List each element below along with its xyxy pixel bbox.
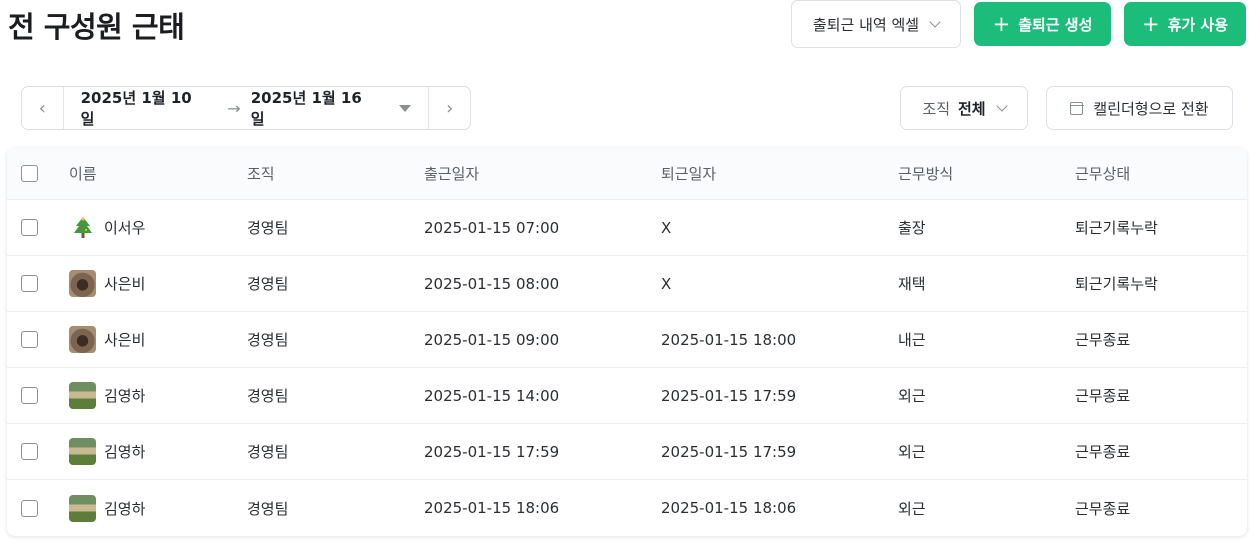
- select-all-checkbox[interactable]: [21, 165, 38, 182]
- plus-icon: +: [992, 11, 1011, 36]
- clock-out-cell: 2025-01-15 17:59: [661, 442, 797, 461]
- employee-name: 김영하: [104, 499, 146, 518]
- employee-name: 김영하: [104, 443, 146, 461]
- clock-in-cell: 2025-01-15 14:00: [424, 386, 560, 405]
- header-status[interactable]: 근무상태: [1075, 148, 1130, 199]
- org-filter-label: 조직: [922, 99, 950, 118]
- calendar-view-label: 캘린더형으로 전환: [1093, 99, 1209, 118]
- table-row[interactable]: 김영하 경영팀 2025-01-15 18:06 2025-01-15 18:0…: [7, 480, 1247, 536]
- clock-in-cell: 2025-01-15 08:00: [424, 274, 560, 293]
- clock-out-cell: X: [661, 218, 672, 237]
- work-type-cell: 외근: [898, 443, 926, 461]
- employee-name: 사은비: [104, 275, 146, 293]
- chevron-right-icon: ›: [446, 97, 454, 119]
- table-row[interactable]: 김영하 경영팀 2025-01-15 17:59 2025-01-15 17:5…: [7, 424, 1247, 480]
- org-cell: 경영팀: [247, 275, 289, 293]
- header-org[interactable]: 조직: [247, 148, 275, 199]
- export-excel-button[interactable]: 출퇴근 내역 엑셀: [791, 0, 961, 48]
- create-attendance-button[interactable]: + 출퇴근 생성: [974, 2, 1111, 46]
- avatar: [69, 214, 96, 241]
- org-filter-value: 전체: [958, 99, 986, 118]
- work-type-cell: 외근: [898, 387, 926, 405]
- clock-in-cell: 2025-01-15 18:06: [424, 499, 560, 517]
- date-start[interactable]: 2025년 1월 10일: [81, 87, 202, 129]
- work-type-cell: 외근: [898, 499, 926, 518]
- status-cell: 퇴근기록누락: [1075, 275, 1158, 293]
- status-cell: 퇴근기록누락: [1075, 219, 1158, 237]
- export-excel-label: 출퇴근 내역 엑셀: [812, 15, 920, 34]
- org-cell: 경영팀: [247, 443, 289, 461]
- header-name[interactable]: 이름: [69, 148, 97, 199]
- row-checkbox[interactable]: [21, 219, 38, 236]
- clock-in-cell: 2025-01-15 09:00: [424, 330, 560, 349]
- row-checkbox[interactable]: [21, 443, 38, 460]
- table-row[interactable]: 사은비 경영팀 2025-01-15 08:00 X 재택 퇴근기록누락: [7, 256, 1247, 312]
- org-filter-dropdown[interactable]: 조직 전체: [900, 86, 1028, 130]
- arrow-right-icon: →: [227, 98, 241, 118]
- org-cell: 경영팀: [247, 219, 289, 237]
- avatar: [69, 382, 96, 409]
- clock-out-cell: X: [661, 274, 672, 293]
- header-work-type[interactable]: 근무방식: [898, 148, 953, 199]
- table-row[interactable]: 김영하 경영팀 2025-01-15 14:00 2025-01-15 17:5…: [7, 368, 1247, 424]
- avatar: [69, 438, 96, 465]
- table-row[interactable]: 사은비 경영팀 2025-01-15 09:00 2025-01-15 18:0…: [7, 312, 1247, 368]
- calendar-view-button[interactable]: 캘린더형으로 전환: [1046, 86, 1233, 130]
- employee-name: 이서우: [104, 219, 146, 237]
- prev-period-button[interactable]: ‹: [22, 87, 64, 129]
- use-leave-label: 휴가 사용: [1167, 15, 1229, 34]
- next-period-button[interactable]: ›: [428, 87, 470, 129]
- header-clock-in[interactable]: 출근일자: [424, 148, 479, 199]
- chevron-down-icon: [995, 99, 1008, 112]
- header-clock-out[interactable]: 퇴근일자: [661, 148, 716, 199]
- row-checkbox[interactable]: [21, 275, 38, 292]
- attendance-table: 이름 조직 출근일자 퇴근일자 근무방식 근무상태 이서우 경영팀 2025-0…: [7, 148, 1247, 536]
- avatar: [69, 270, 96, 297]
- avatar: [69, 326, 96, 353]
- status-cell: 근무종료: [1075, 331, 1131, 349]
- clock-out-cell: 2025-01-15 18:00: [661, 330, 797, 349]
- work-type-cell: 출장: [898, 219, 926, 237]
- table-header-row: 이름 조직 출근일자 퇴근일자 근무방식 근무상태: [7, 148, 1247, 200]
- date-end[interactable]: 2025년 1월 16일: [251, 87, 372, 129]
- row-checkbox[interactable]: [21, 331, 38, 348]
- org-cell: 경영팀: [247, 387, 289, 405]
- clock-in-cell: 2025-01-15 17:59: [424, 442, 560, 461]
- chevron-left-icon: ‹: [38, 97, 46, 119]
- page-title: 전 구성원 근태: [8, 10, 185, 44]
- use-leave-button[interactable]: + 휴가 사용: [1124, 2, 1246, 46]
- status-cell: 근무종료: [1075, 387, 1131, 405]
- row-checkbox[interactable]: [21, 499, 38, 517]
- create-attendance-label: 출퇴근 생성: [1018, 15, 1093, 34]
- caret-down-icon[interactable]: [399, 104, 412, 112]
- employee-name: 사은비: [104, 331, 146, 349]
- status-cell: 근무종료: [1075, 499, 1131, 518]
- clock-in-cell: 2025-01-15 07:00: [424, 218, 560, 237]
- org-cell: 경영팀: [247, 499, 289, 518]
- row-checkbox[interactable]: [21, 387, 38, 404]
- calendar-icon: [1069, 101, 1084, 115]
- chevron-down-icon: [929, 15, 941, 28]
- work-type-cell: 내근: [898, 331, 926, 349]
- avatar: [69, 494, 96, 522]
- org-cell: 경영팀: [247, 331, 289, 349]
- clock-out-cell: 2025-01-15 17:59: [661, 386, 797, 405]
- clock-out-cell: 2025-01-15 18:06: [661, 499, 797, 517]
- status-cell: 근무종료: [1075, 443, 1131, 461]
- table-row[interactable]: 이서우 경영팀 2025-01-15 07:00 X 출장 퇴근기록누락: [7, 200, 1247, 256]
- date-range-picker: ‹ 2025년 1월 10일 → 2025년 1월 16일 ›: [21, 86, 471, 130]
- plus-icon: +: [1141, 11, 1160, 36]
- tree-icon: [73, 216, 92, 238]
- employee-name: 김영하: [104, 387, 146, 405]
- work-type-cell: 재택: [898, 275, 926, 293]
